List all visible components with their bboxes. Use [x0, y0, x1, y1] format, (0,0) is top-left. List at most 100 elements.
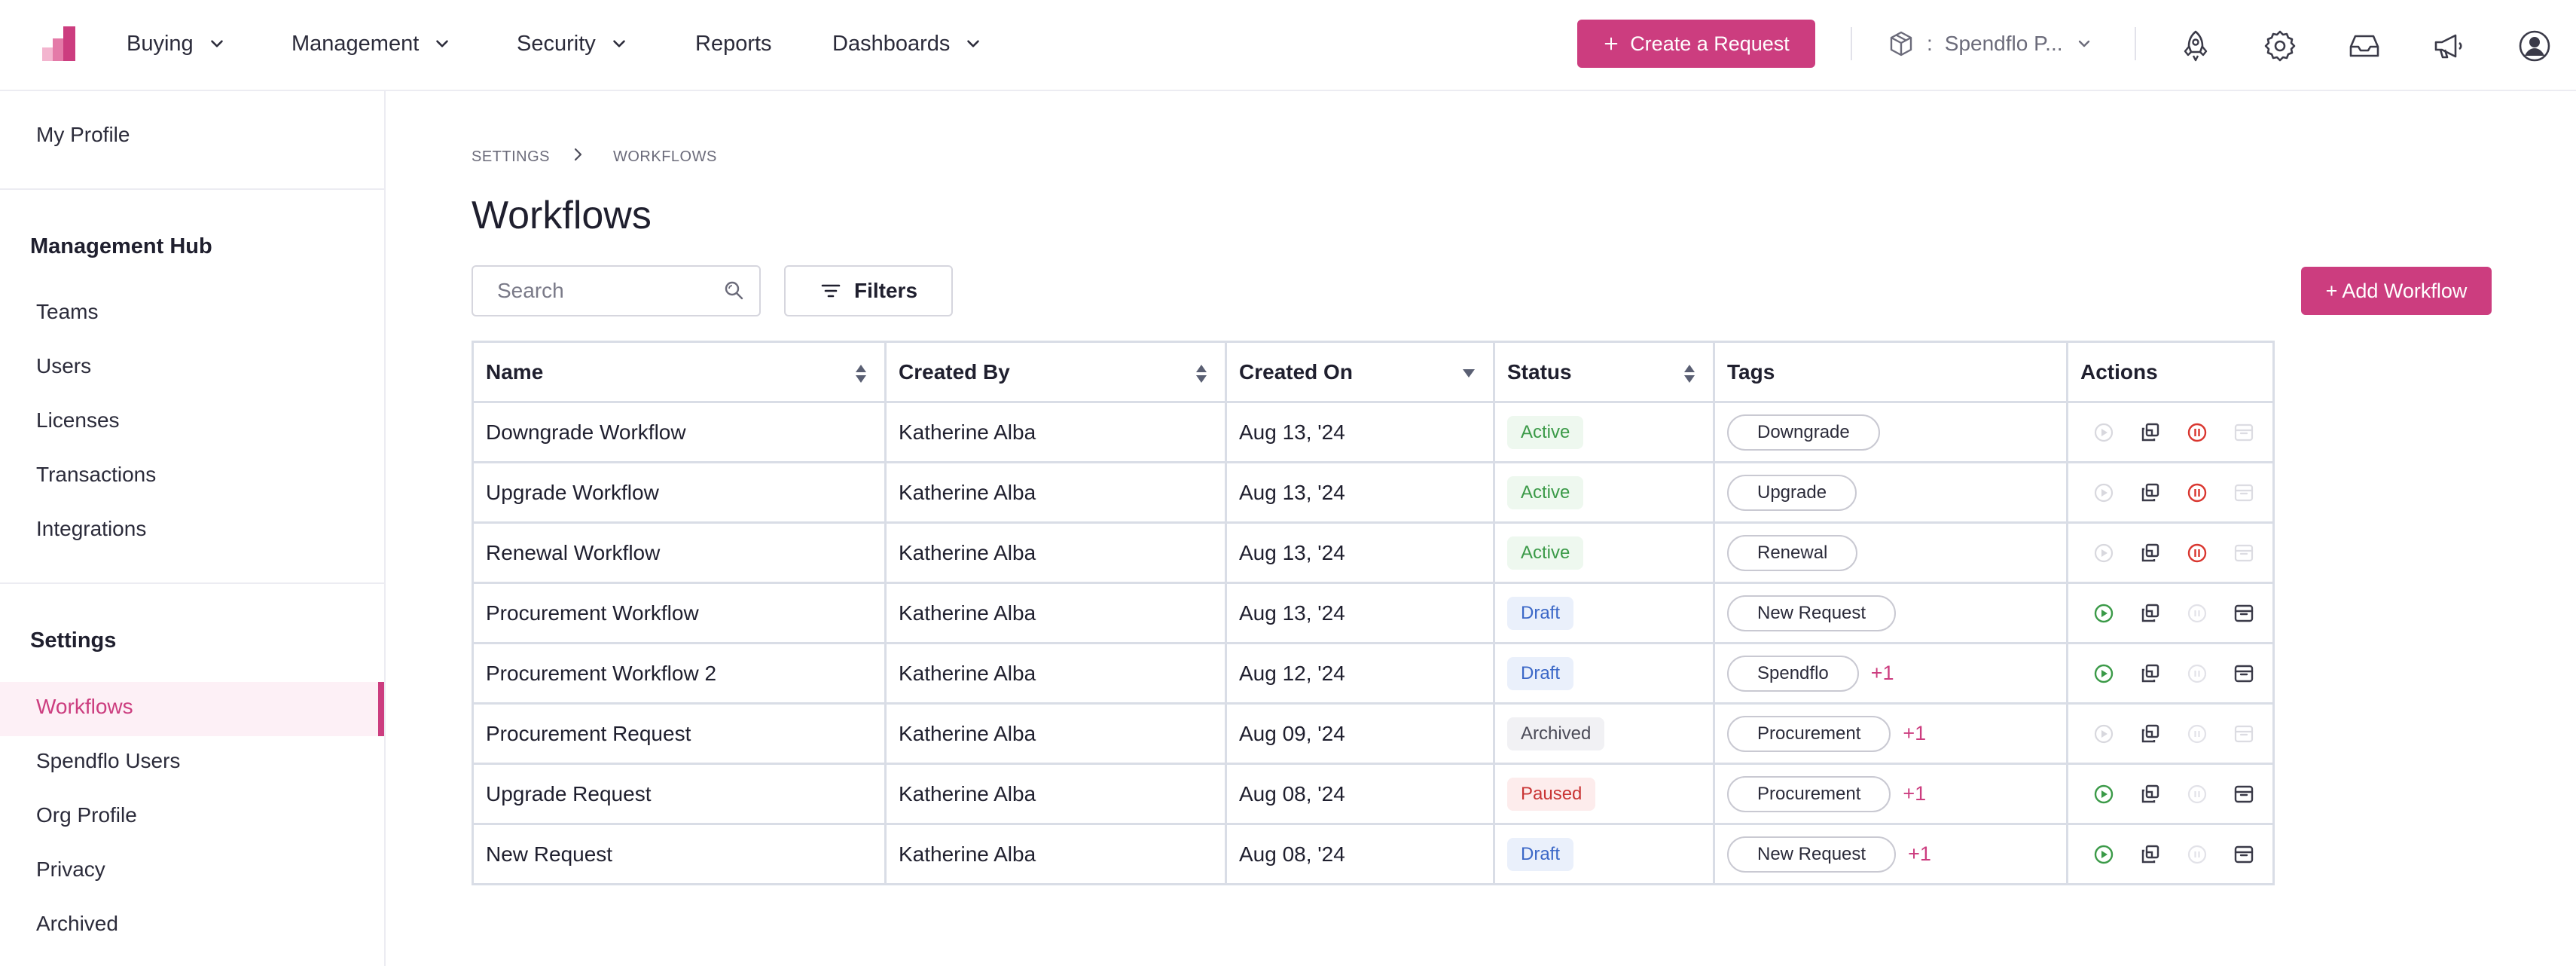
- cell-created-by: Katherine Alba: [884, 521, 1227, 584]
- more-tags-count[interactable]: +1: [1871, 662, 1894, 685]
- cell-tags: Renewal: [1713, 521, 2068, 584]
- nav-management[interactable]: Management: [291, 27, 452, 60]
- sort-icon[interactable]: [854, 363, 868, 384]
- table-row[interactable]: Upgrade Workflow Katherine Alba Aug 13, '2…: [472, 461, 2275, 524]
- sidebar-item-licenses[interactable]: Licenses: [36, 408, 120, 433]
- more-tags-count[interactable]: +1: [1908, 842, 1931, 866]
- breadcrumb-settings[interactable]: SETTINGS: [472, 148, 550, 166]
- status-badge: Draft: [1507, 837, 1574, 871]
- cell-actions: [2066, 521, 2275, 584]
- sidebar-item-transactions[interactable]: Transactions: [36, 463, 156, 487]
- archive-icon[interactable]: [2233, 783, 2255, 806]
- pause-icon[interactable]: [2186, 542, 2208, 564]
- sort-icon[interactable]: [1683, 363, 1696, 384]
- sidebar-divider: [0, 188, 384, 190]
- chevron-down-icon: [207, 34, 227, 53]
- sidebar-section-management-hub: Management Hub: [30, 234, 212, 258]
- inbox-icon[interactable]: [2347, 29, 2382, 63]
- copy-icon[interactable]: [2139, 542, 2162, 564]
- cell-name[interactable]: Procurement Request: [472, 702, 887, 765]
- workflow-name: Upgrade Workflow: [486, 480, 659, 504]
- cell-name[interactable]: Procurement Workflow 2: [472, 642, 887, 705]
- cell-created-on: Aug 13, '24: [1225, 521, 1495, 584]
- gear-icon[interactable]: [2263, 29, 2297, 63]
- cell-tags: Procurement +1: [1713, 763, 2068, 825]
- table-row[interactable]: New Request Katherine Alba Aug 08, '24 Draf…: [472, 823, 2275, 885]
- play-icon[interactable]: [2092, 602, 2115, 625]
- sidebar-item-teams[interactable]: Teams: [36, 300, 98, 324]
- table-row[interactable]: Renewal Workflow Katherine Alba Aug 13, '2…: [472, 521, 2275, 584]
- copy-icon[interactable]: [2139, 843, 2162, 866]
- sort-icon[interactable]: [1195, 363, 1208, 384]
- sidebar-item-privacy[interactable]: Privacy: [36, 857, 105, 882]
- spendflo-logo[interactable]: [41, 25, 78, 63]
- table-row[interactable]: Upgrade Request Katherine Alba Aug 08, '24…: [472, 763, 2275, 825]
- archive-icon[interactable]: [2233, 662, 2255, 685]
- filters-label: Filters: [853, 279, 918, 302]
- table-row[interactable]: Procurement Request Katherine Alba Aug 09,…: [472, 702, 2275, 765]
- table-row[interactable]: Procurement Workflow 2 Katherine Alba Aug …: [472, 642, 2275, 705]
- play-icon[interactable]: [2092, 662, 2115, 685]
- cell-status: Active: [1493, 521, 1715, 584]
- pause-icon[interactable]: [2186, 481, 2208, 504]
- cell-name[interactable]: Procurement Workflow: [472, 582, 887, 644]
- sidebar-item-spendflo-users[interactable]: Spendflo Users: [36, 749, 180, 773]
- cell-name[interactable]: Upgrade Workflow: [472, 461, 887, 524]
- column-header-created-by[interactable]: Created By: [884, 341, 1227, 403]
- cell-status: Paused: [1493, 763, 1715, 825]
- column-header-status[interactable]: Status: [1493, 341, 1715, 403]
- pause-icon[interactable]: [2186, 421, 2208, 444]
- table-row[interactable]: Procurement Workflow Katherine Alba Aug 13…: [472, 582, 2275, 644]
- table-row[interactable]: Downgrade Workflow Katherine Alba Aug 13, …: [472, 401, 2275, 463]
- copy-icon[interactable]: [2139, 602, 2162, 625]
- chevron-down-icon: [963, 34, 983, 53]
- cell-name[interactable]: Renewal Workflow: [472, 521, 887, 584]
- user-avatar-icon[interactable]: [2517, 29, 2552, 63]
- tag-chip: Downgrade: [1727, 414, 1880, 451]
- workflow-name: Procurement Request: [486, 721, 691, 745]
- search-input[interactable]: [472, 265, 761, 316]
- archive-icon[interactable]: [2233, 843, 2255, 866]
- nav-dashboards[interactable]: Dashboards: [832, 27, 983, 60]
- tag-chip: Procurement: [1727, 715, 1891, 752]
- play-icon[interactable]: [2092, 783, 2115, 806]
- created-by: Katherine Alba: [899, 420, 1036, 444]
- column-header-created-on[interactable]: Created On: [1225, 341, 1495, 403]
- cell-actions: [2066, 582, 2275, 644]
- cell-name[interactable]: Downgrade Workflow: [472, 401, 887, 463]
- plus-icon: [1603, 35, 1619, 52]
- copy-icon[interactable]: [2139, 723, 2162, 745]
- sort-descending-icon[interactable]: [1461, 368, 1476, 378]
- cell-name[interactable]: Upgrade Request: [472, 763, 887, 825]
- megaphone-icon[interactable]: [2431, 29, 2466, 63]
- sidebar-item-workflows[interactable]: Workflows: [36, 695, 133, 719]
- column-header-name[interactable]: Name: [472, 341, 887, 403]
- add-workflow-button[interactable]: + Add Workflow: [2301, 267, 2492, 315]
- sidebar-item-archived[interactable]: Archived: [36, 912, 118, 936]
- nav-reports-label: Reports: [695, 31, 772, 56]
- copy-icon[interactable]: [2139, 662, 2162, 685]
- nav-buying[interactable]: Buying: [127, 27, 227, 60]
- settings-sidebar: My Profile Management Hub Teams Users Li…: [0, 91, 386, 966]
- sidebar-item-users[interactable]: Users: [36, 354, 91, 378]
- created-by: Katherine Alba: [899, 661, 1036, 685]
- sidebar-item-integrations[interactable]: Integrations: [36, 517, 146, 541]
- org-switcher[interactable]: : Spendflo P...: [1888, 26, 2093, 62]
- row-actions: [2080, 662, 2260, 685]
- copy-icon[interactable]: [2139, 421, 2162, 444]
- header-divider: [1851, 27, 1852, 60]
- sidebar-item-org-profile[interactable]: Org Profile: [36, 803, 137, 827]
- copy-icon[interactable]: [2139, 481, 2162, 504]
- create-request-button[interactable]: Create a Request: [1577, 20, 1815, 68]
- archive-icon[interactable]: [2233, 602, 2255, 625]
- filters-button[interactable]: Filters: [784, 265, 953, 316]
- cell-name[interactable]: New Request: [472, 823, 887, 885]
- more-tags-count[interactable]: +1: [1903, 722, 1926, 745]
- copy-icon[interactable]: [2139, 783, 2162, 806]
- more-tags-count[interactable]: +1: [1903, 782, 1926, 806]
- play-icon[interactable]: [2092, 843, 2115, 866]
- nav-security[interactable]: Security: [517, 27, 629, 60]
- sidebar-item-my-profile[interactable]: My Profile: [36, 123, 130, 147]
- nav-reports[interactable]: Reports: [695, 27, 772, 60]
- rocket-icon[interactable]: [2178, 29, 2213, 63]
